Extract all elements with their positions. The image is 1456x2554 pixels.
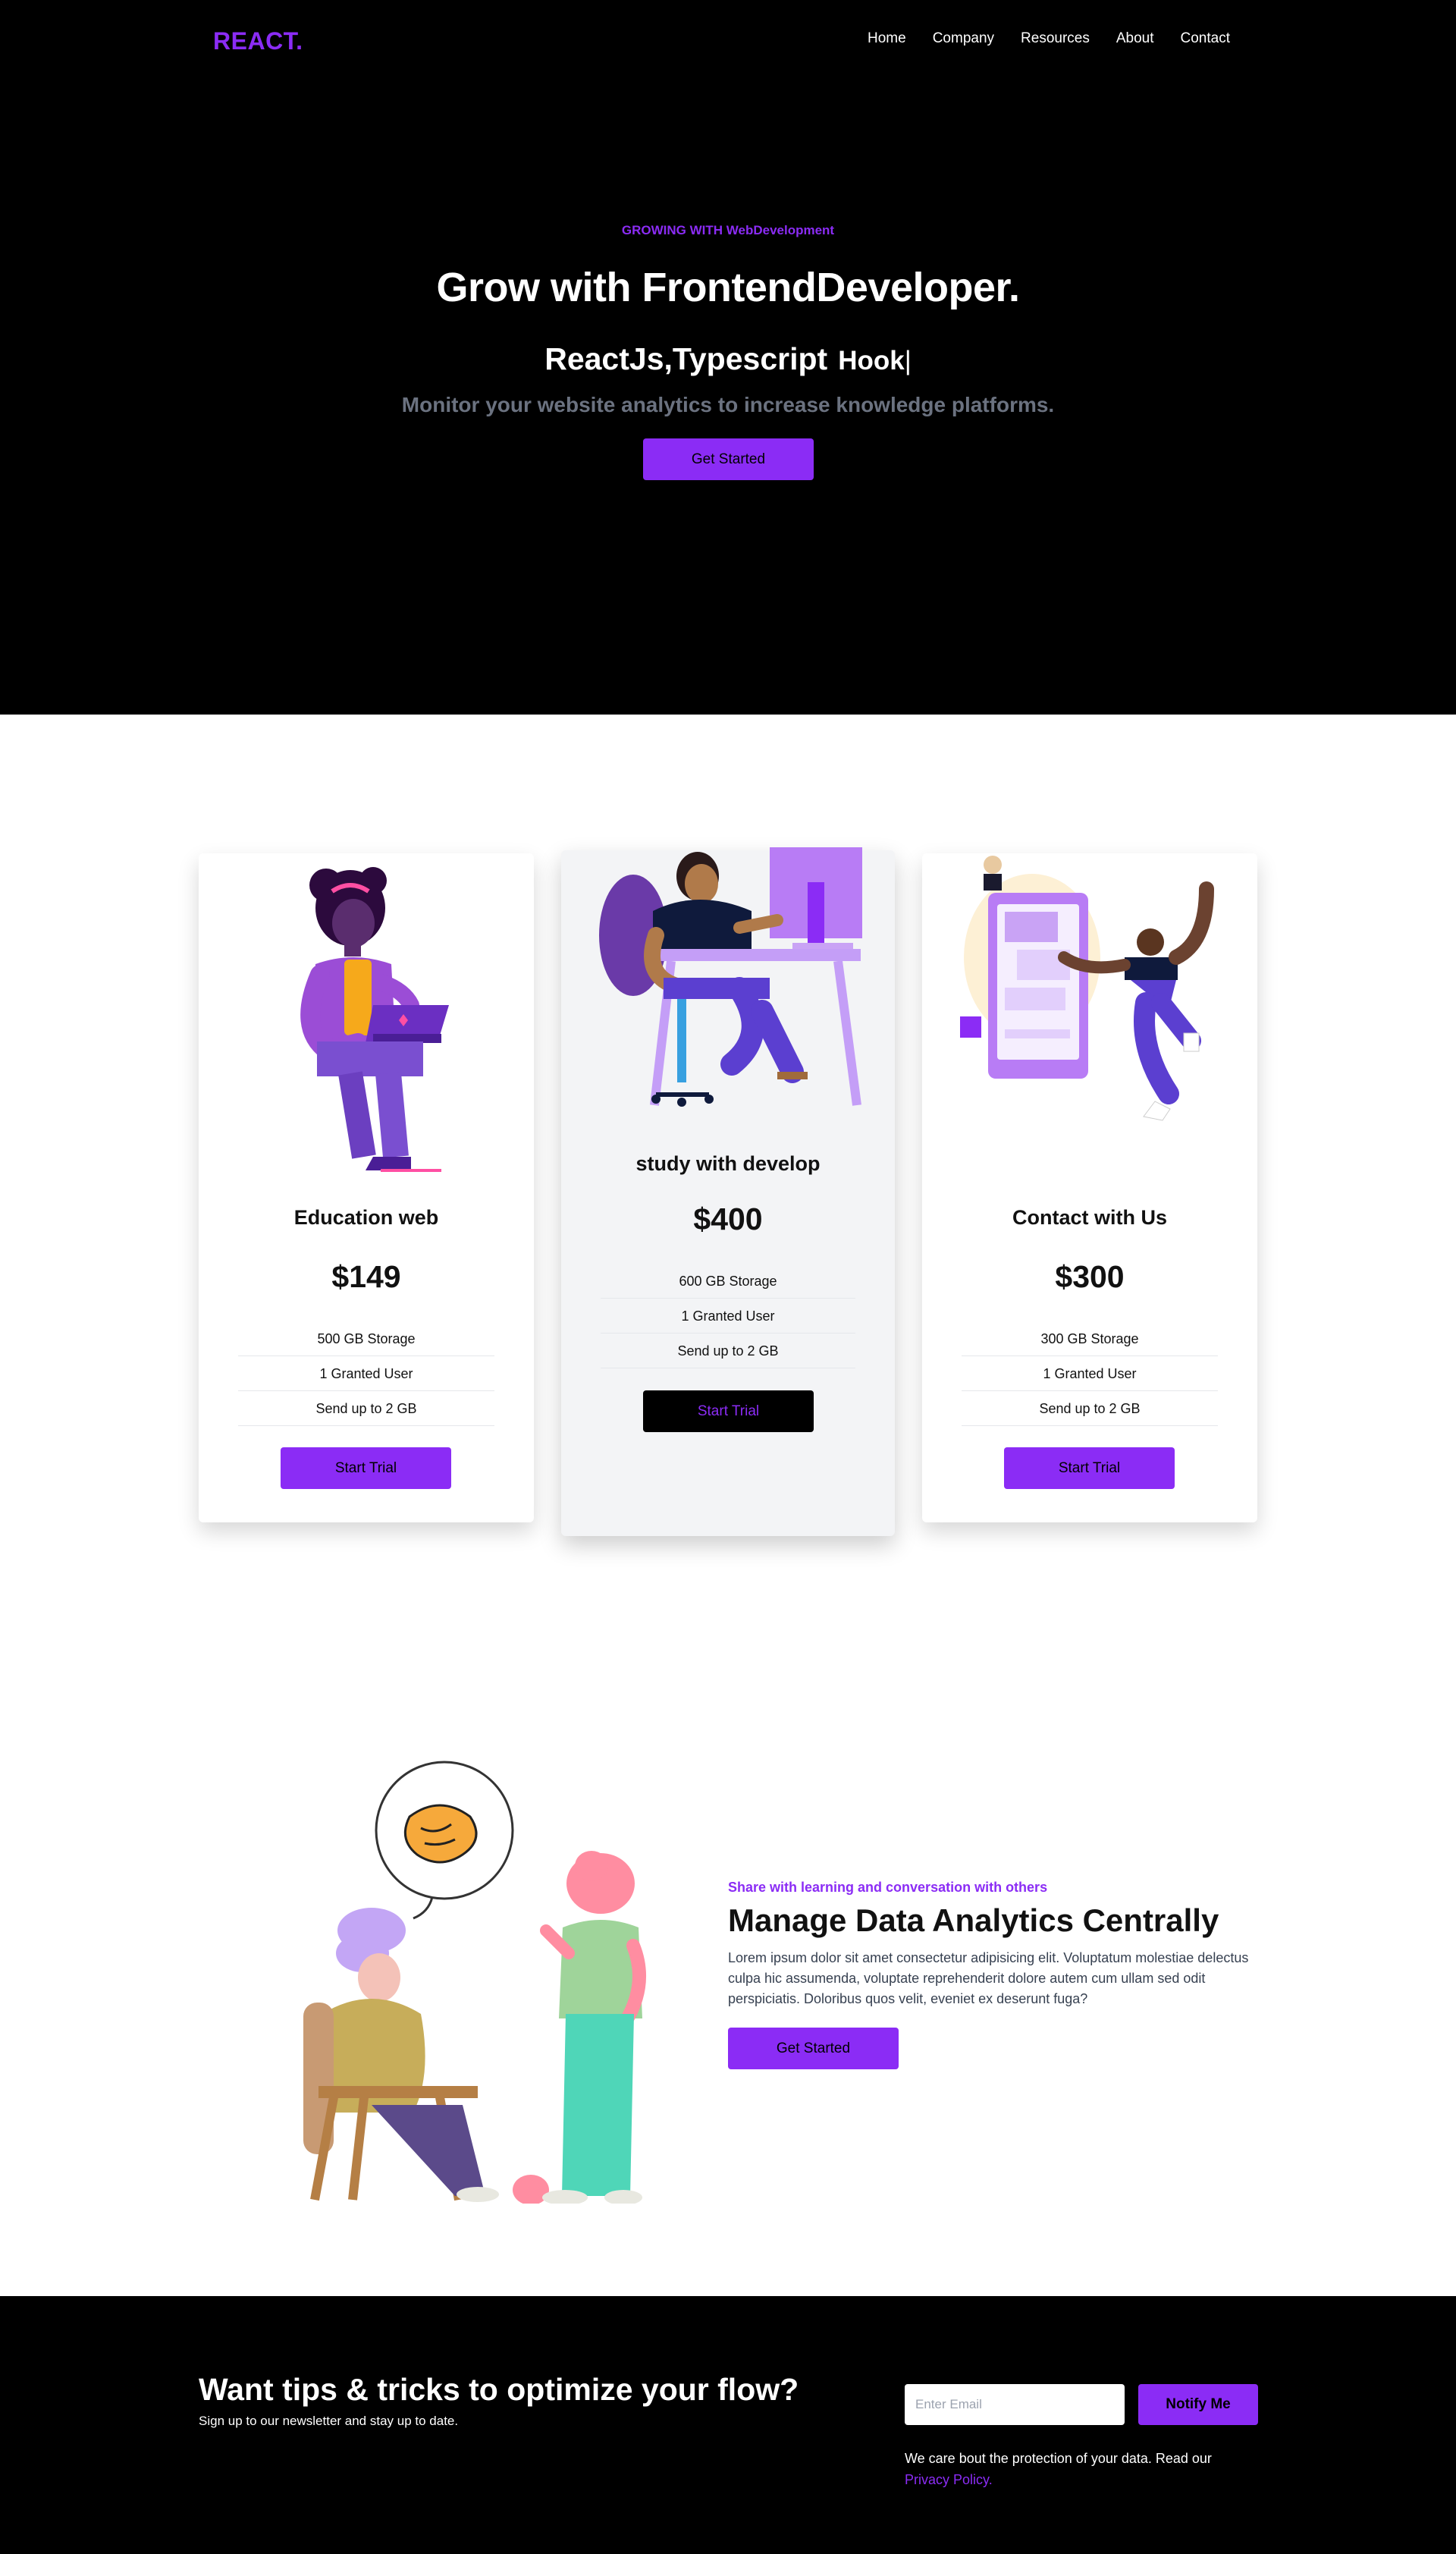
newsletter-title: Want tips & tricks to optimize your flow… [199, 2372, 799, 2407]
notify-me-button[interactable]: Notify Me [1138, 2384, 1258, 2425]
newsletter-subtitle: Sign up to our newsletter and stay up to… [199, 2414, 459, 2428]
feature-item: 600 GB Storage [601, 1264, 855, 1299]
get-started-button[interactable]: Get Started [728, 2028, 899, 2069]
feature-item: 300 GB Storage [962, 1321, 1218, 1356]
start-trial-button[interactable]: Start Trial [281, 1447, 451, 1489]
email-input[interactable] [905, 2384, 1125, 2425]
card-title: Contact with Us [1012, 1206, 1167, 1229]
privacy-policy-link[interactable]: Privacy Policy. [905, 2472, 993, 2487]
logo[interactable]: REACT. [213, 27, 303, 55]
card-price: $149 [331, 1259, 401, 1294]
feature-item: Send up to 2 GB [601, 1334, 855, 1368]
hero-subtitle: Monitor your website analytics to increa… [401, 393, 1055, 416]
nav-contact[interactable]: Contact [1181, 30, 1230, 47]
developer-desk-illustration [599, 847, 862, 1107]
phone-chat-illustration [960, 856, 1214, 1121]
feature-title: Manage Data Analytics Centrally [728, 1902, 1219, 1938]
privacy-note-text: We care bout the protection of your data… [905, 2451, 1212, 2466]
feature-item: 1 Granted User [238, 1356, 494, 1391]
hero-section: REACT. Home Company Resources About Cont… [0, 0, 1456, 715]
nav-company[interactable]: Company [933, 30, 994, 47]
typed-headline: ReactJs,Typescript Hook| [0, 341, 1456, 377]
card-title: study with develop [635, 1152, 821, 1175]
typing-cursor: | [904, 346, 912, 375]
hero-title: Grow with FrontendDeveloper. [436, 265, 1020, 310]
card-price: $300 [1055, 1259, 1125, 1294]
feature-body: Lorem ipsum dolor sit amet consectetur a… [728, 1950, 1249, 2006]
start-trial-button[interactable]: Start Trial [1004, 1447, 1175, 1489]
conversation-illustration [303, 1761, 646, 2204]
pricing-card-study: study with develop $400 600 GB Storage 1… [561, 847, 895, 1536]
pricing-card-contact: Contact with Us $300 300 GB Storage 1 Gr… [922, 853, 1257, 1522]
get-started-button[interactable]: Get Started [643, 438, 814, 480]
nav-resources[interactable]: Resources [1021, 30, 1090, 47]
feature-item: 500 GB Storage [238, 1321, 494, 1356]
newsletter-section: Want tips & tricks to optimize your flow… [0, 2296, 1456, 2554]
feature-item: 1 Granted User [601, 1299, 855, 1334]
nav-home[interactable]: Home [868, 30, 906, 47]
card-title: Education web [293, 1206, 439, 1229]
privacy-note: We care bout the protection of your data… [905, 2448, 1261, 2490]
feature-eyebrow: Share with learning and conversation wit… [728, 1880, 1048, 1895]
feature-item: 1 Granted User [962, 1356, 1218, 1391]
typed-static-text: ReactJs,Typescript [544, 341, 828, 376]
feature-item: Send up to 2 GB [962, 1391, 1218, 1426]
feature-item: Send up to 2 GB [238, 1391, 494, 1426]
main-nav: Home Company Resources About Contact [868, 30, 1230, 47]
typed-word: Hook [838, 346, 905, 375]
pricing-card-education: Education web $149 500 GB Storage 1 Gran… [199, 853, 534, 1522]
woman-laptop-illustration [300, 867, 449, 1172]
card-price: $400 [693, 1202, 763, 1236]
start-trial-button[interactable]: Start Trial [643, 1390, 814, 1432]
hero-eyebrow: GROWING WITH WebDevelopment [621, 223, 835, 237]
nav-about[interactable]: About [1116, 30, 1154, 47]
